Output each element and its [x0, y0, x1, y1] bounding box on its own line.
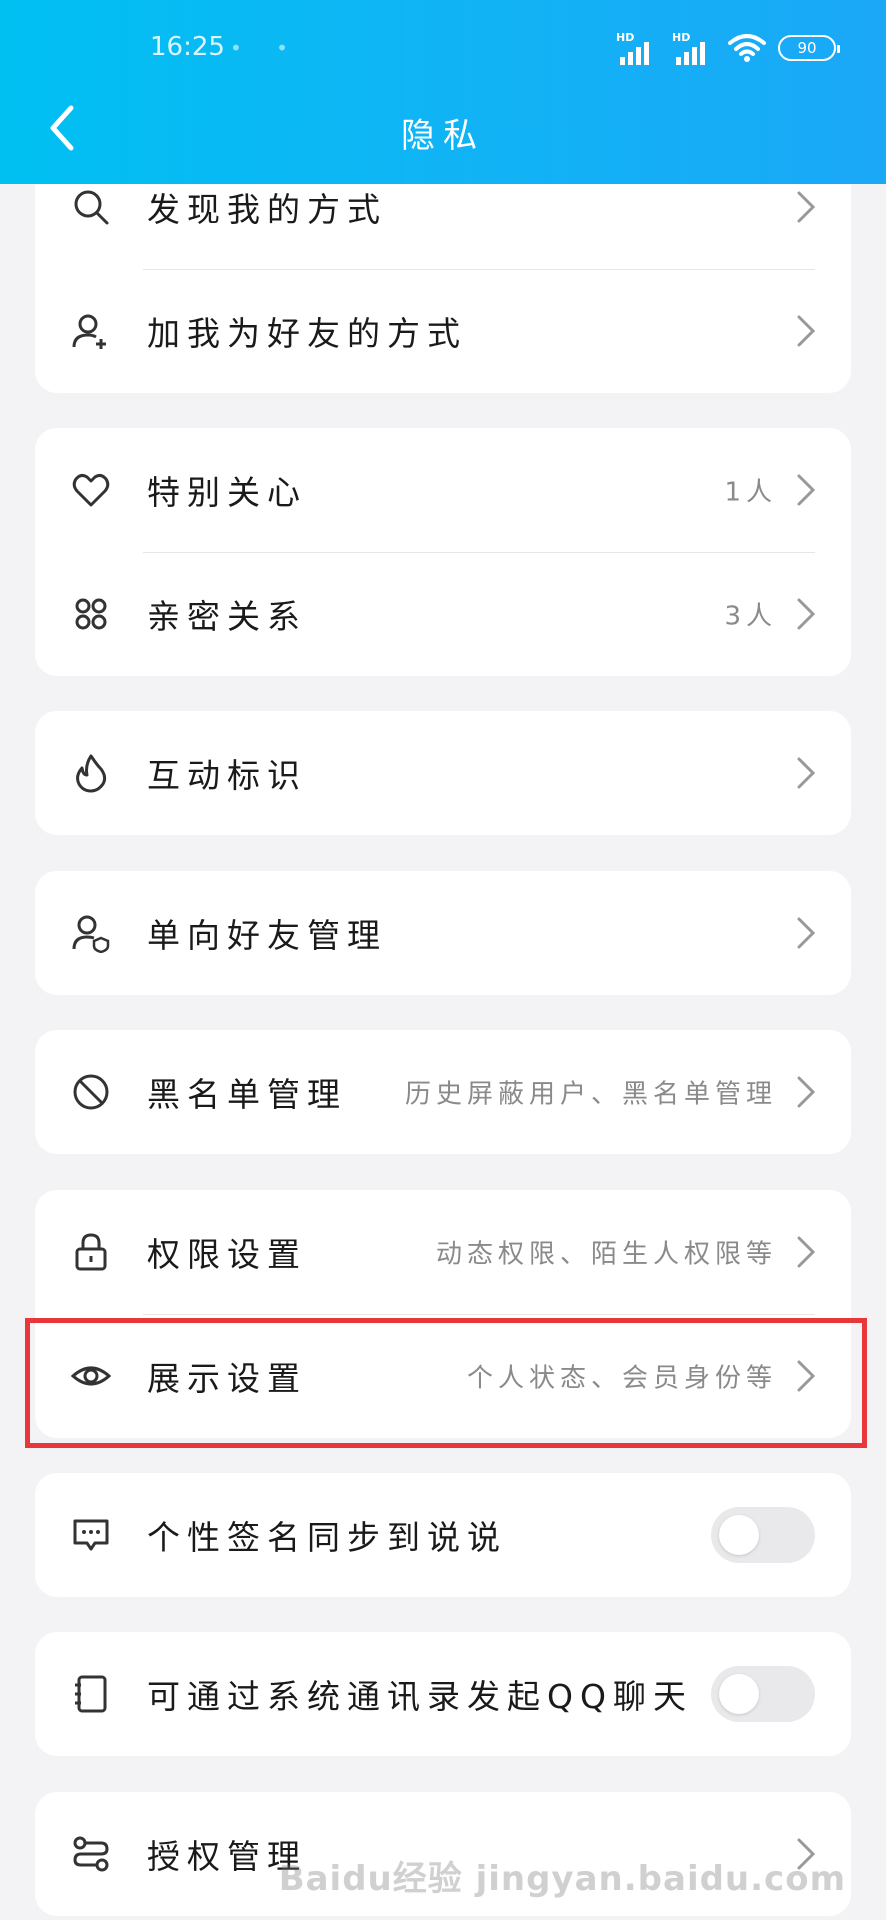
- row-interaction-mark[interactable]: 互动标识: [35, 711, 851, 835]
- authorization-icon: [71, 1834, 111, 1874]
- row-contacts-chat: 可通过系统通讯录发起QQ聊天: [35, 1632, 851, 1756]
- page-title: 隐私: [401, 116, 485, 156]
- signature-sync-toggle[interactable]: [711, 1507, 815, 1563]
- card-signature-sync: 个性签名同步到说说: [35, 1473, 851, 1597]
- cellular-signal-icon-2: HD: [672, 31, 716, 65]
- message-dots-icon: [71, 1515, 111, 1555]
- lock-icon: [71, 1232, 111, 1272]
- chevron-right-icon: [797, 1076, 816, 1108]
- flame-icon: [71, 753, 111, 793]
- battery-indicator: 90: [778, 35, 840, 61]
- row-special-care[interactable]: 特别关心 1人: [35, 428, 851, 552]
- row-value: 历史屏蔽用户、黑名单管理: [404, 1079, 777, 1110]
- status-right: HD HD 90: [616, 28, 840, 68]
- chevron-right-icon: [797, 1236, 816, 1268]
- status-indicators: • •: [230, 36, 302, 60]
- row-intimate-relation[interactable]: 亲密关系 3人: [35, 552, 851, 676]
- card-relations: 特别关心 1人 亲密关系 3人: [35, 428, 851, 676]
- chevron-right-icon: [797, 757, 816, 789]
- user-shield-icon: [71, 913, 111, 953]
- row-label: 发现我的方式: [147, 190, 387, 229]
- chevron-right-icon: [797, 917, 816, 949]
- block-icon: [71, 1072, 111, 1112]
- highlight-box: [25, 1318, 867, 1448]
- watermark: Baidu经验 jingyan.baidu.com: [278, 1859, 846, 1899]
- add-user-icon: [71, 311, 111, 351]
- status-time: 16:25: [150, 32, 225, 62]
- row-value: 3人: [724, 601, 777, 632]
- row-label: 互动标识: [147, 756, 307, 795]
- row-label: 黑名单管理: [147, 1075, 347, 1114]
- card-blacklist: 黑名单管理 历史屏蔽用户、黑名单管理: [35, 1030, 851, 1154]
- app-header: 16:25 • • HD HD 90 隐私: [0, 0, 886, 184]
- row-label: 权限设置: [147, 1235, 307, 1274]
- heart-icon: [71, 470, 111, 510]
- row-permission-settings[interactable]: 权限设置 动态权限、陌生人权限等: [35, 1190, 851, 1314]
- row-value: 1人: [724, 477, 777, 508]
- row-label: 特别关心: [147, 473, 307, 512]
- cellular-signal-icon: HD: [616, 31, 660, 65]
- row-add-friend-method[interactable]: 加我为好友的方式: [35, 269, 851, 393]
- intimate-relation-icon: [71, 594, 111, 634]
- toggle-knob: [719, 1515, 759, 1555]
- chevron-right-icon: [797, 474, 816, 506]
- row-label: 加我为好友的方式: [147, 314, 467, 353]
- row-value: 动态权限、陌生人权限等: [435, 1239, 777, 1270]
- search-icon: [71, 187, 111, 227]
- row-one-way-friends[interactable]: 单向好友管理: [35, 871, 851, 995]
- card-contacts-chat: 可通过系统通讯录发起QQ聊天: [35, 1632, 851, 1756]
- chevron-right-icon: [797, 598, 816, 630]
- chevron-right-icon: [797, 315, 816, 347]
- row-blacklist[interactable]: 黑名单管理 历史屏蔽用户、黑名单管理: [35, 1030, 851, 1154]
- contact-book-icon: [71, 1674, 111, 1714]
- card-interaction: 互动标识: [35, 711, 851, 835]
- row-label: 个性签名同步到说说: [147, 1518, 507, 1557]
- row-label: 亲密关系: [147, 597, 307, 636]
- chevron-right-icon: [797, 191, 816, 223]
- row-label: 可通过系统通讯录发起QQ聊天: [147, 1677, 693, 1716]
- row-label: 单向好友管理: [147, 916, 387, 955]
- contacts-chat-toggle[interactable]: [711, 1666, 815, 1722]
- row-signature-sync: 个性签名同步到说说: [35, 1473, 851, 1597]
- toggle-knob: [719, 1674, 759, 1714]
- card-one-way-friends: 单向好友管理: [35, 871, 851, 995]
- wifi-icon: [728, 33, 766, 63]
